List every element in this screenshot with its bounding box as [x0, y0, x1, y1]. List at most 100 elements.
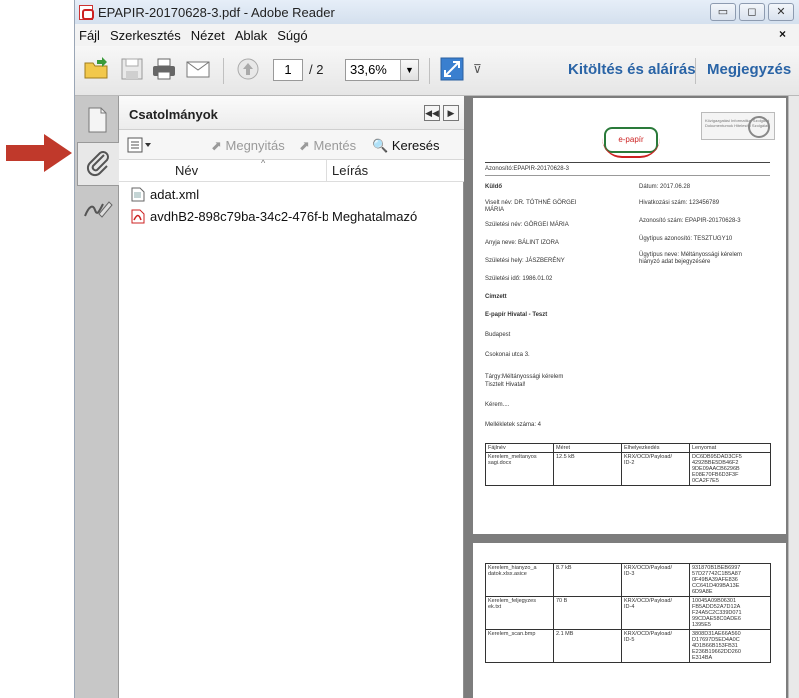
table-header-row: Fájlnév Méret Elhelyezkedés Lenyomat: [485, 443, 771, 453]
recipient-city: Budapest: [485, 332, 511, 338]
zoom-select[interactable]: 33,6% ▼: [345, 59, 419, 81]
file-name: avdhB2-898c79ba-34c2-476f-be...: [150, 209, 328, 224]
th-size: Méret: [553, 443, 622, 453]
close-document-button[interactable]: ×: [779, 27, 786, 41]
case-type-name: Ügytípus neve: Méltányossági kérelem: [639, 252, 743, 258]
document-id: Azonosító:EPAPIR-20170628-3: [485, 166, 569, 172]
menu-edit[interactable]: Szerkesztés: [110, 28, 181, 43]
search-attachment-button[interactable]: 🔍 Keresés: [372, 138, 440, 154]
table-row: Kerelem_scan.bmp 2.1 MB KRX/OCD/Payload/…: [485, 629, 771, 663]
table-row: Kerelem_meltanyos sagi.docx 12.5 kB KRX/…: [485, 452, 771, 486]
pdf-page-1: Közigazgatási Informatikai Szolgálat Dok…: [473, 98, 786, 534]
cell-location: KRX/OCD/Payload/ ID-5: [621, 629, 690, 663]
table-row: Kerelem_hianyzo_a datok.xlsx.asice 8.7 k…: [485, 563, 771, 597]
sort-ascending-icon: ^: [261, 158, 266, 168]
body-text: Kérem....: [485, 402, 510, 408]
case-type-id: Ügytípus azonosító: TESZTUGY10: [639, 236, 733, 242]
attachment-count: Mellékletek száma: 4: [485, 422, 542, 428]
sender-heading: Küldő: [485, 184, 502, 190]
mother-name: Anyja neve: BÁLINT IZORA: [485, 240, 559, 246]
save-attachment-button[interactable]: ⬈ Mentés: [299, 138, 356, 154]
menu-file[interactable]: Fájl: [79, 28, 100, 43]
cell-location: KRX/OCD/Payload/ ID-4: [621, 596, 690, 630]
menu-help[interactable]: Súgó: [277, 28, 307, 43]
pdf-page-2: Kerelem_hianyzo_a datok.xlsx.asice 8.7 k…: [473, 543, 786, 698]
panel-options-button[interactable]: ▶: [443, 105, 459, 121]
recipient-name: E-papír Hivatal - Teszt: [485, 312, 548, 318]
recipient-heading: Címzett: [485, 294, 507, 300]
attachments-list-header: ^ Név Leírás: [119, 158, 464, 182]
attachments-table-continued: Kerelem_hianyzo_a datok.xlsx.asice 8.7 k…: [485, 563, 771, 663]
cell-size: 8.7 kB: [553, 563, 622, 597]
cell-size: 12.5 kB: [553, 452, 622, 486]
navigation-pane: [75, 96, 119, 698]
greeting-line: Tisztelt Hivatal!: [485, 382, 526, 388]
cell-hash: 3808D31AE66A560 D17697D5ED4A0C 4D1B66B15…: [689, 629, 771, 663]
title-bar: EPAPIR-20170628-3.pdf - Adobe Reader ▭ ◻…: [75, 0, 799, 24]
toolbar: 1 / 2 33,6% ▼ ⊽ Kitöltés és aláírás Megj…: [75, 46, 799, 96]
more-tools-icon[interactable]: ⊽: [473, 62, 482, 90]
comment-button[interactable]: Megjegyzés: [707, 61, 791, 78]
attachments-table: Fájlnév Méret Elhelyezkedés Lenyomat Ker…: [485, 443, 771, 486]
page-total: / 2: [309, 62, 324, 77]
fill-sign-button[interactable]: Kitöltés és aláírás: [568, 61, 696, 78]
table-row: Kerelem_feljegyzes ek.txt 70 B KRX/OCD/P…: [485, 596, 771, 630]
list-item[interactable]: avdhB2-898c79ba-34c2-476f-be... Meghatal…: [119, 206, 464, 228]
reference-number: Hivatkozási szám: 123456789: [639, 200, 720, 206]
cell-filename: Kerelem_feljegyzes ek.txt: [485, 596, 554, 630]
zoom-dropdown-icon[interactable]: ▼: [400, 60, 418, 80]
document-date: Dátum: 2017.06.28: [639, 184, 691, 190]
birth-date: Születési idő: 1986.01.02: [485, 276, 553, 282]
identifier-number: Azonosító szám: EPAPIR-20170628-3: [639, 218, 741, 224]
cell-location: KRX/OCD/Payload/ ID-2: [621, 452, 690, 486]
cell-location: KRX/OCD/Payload/ ID-3: [621, 563, 690, 597]
authentication-seal-image: Közigazgatási Informatikai Szolgálat Dok…: [701, 112, 775, 140]
zoom-value: 33,6%: [350, 62, 387, 77]
menu-view[interactable]: Nézet: [191, 28, 225, 43]
cell-hash: DC6DB95DAD3CF5 4292BBE5DB46F2 9DE09AACB6…: [689, 452, 771, 486]
birth-name: Születési név: GÖRGEI MÁRIA: [485, 222, 569, 228]
minimize-button[interactable]: ▭: [710, 3, 736, 21]
th-filename: Fájlnév: [485, 443, 554, 453]
save-icon[interactable]: [119, 56, 145, 82]
subject-line: Tárgy:Méltányossági kérelem: [485, 374, 564, 380]
attachments-tab[interactable]: [77, 142, 119, 186]
cell-size: 70 B: [553, 596, 622, 630]
page-number-input[interactable]: 1: [273, 59, 303, 81]
document-view[interactable]: Közigazgatási Informatikai Szolgálat Dok…: [464, 96, 799, 698]
options-menu-icon[interactable]: [127, 137, 153, 153]
panel-title: Csatolmányok: [129, 107, 218, 122]
print-icon[interactable]: [151, 56, 177, 82]
column-name[interactable]: Név: [175, 163, 198, 178]
case-type-name-cont: hiányzó adat bejegyzésére: [639, 259, 711, 265]
file-name: adat.xml: [150, 187, 200, 202]
adobe-reader-window: EPAPIR-20170628-3.pdf - Adobe Reader ▭ ◻…: [74, 0, 799, 698]
save-label: Mentés: [313, 138, 357, 153]
panel-collapse-button[interactable]: ◀◀: [424, 105, 440, 121]
xml-file-icon: [131, 187, 145, 202]
pdf-app-icon: [79, 4, 94, 20]
th-hash: Lenyomat: [689, 443, 771, 453]
sender-name-cont: MÁRIA: [485, 207, 505, 213]
full-screen-icon[interactable]: [439, 56, 465, 82]
attachments-toolbar: ⬈ Megnyitás ⬈ Mentés 🔍 Keresés: [119, 130, 464, 160]
previous-page-icon[interactable]: [235, 56, 261, 82]
column-description[interactable]: Leírás: [332, 163, 368, 178]
page-thumbnails-icon[interactable]: [79, 102, 115, 138]
th-location: Elhelyezkedés: [621, 443, 690, 453]
close-button[interactable]: ✕: [768, 3, 794, 21]
red-arrow-annotation: [6, 134, 72, 172]
open-folder-icon[interactable]: [83, 56, 109, 82]
open-attachment-button[interactable]: ⬈ Megnyitás: [211, 138, 285, 154]
menu-window[interactable]: Ablak: [235, 28, 268, 43]
search-label: Keresés: [391, 138, 440, 153]
cell-filename: Kerelem_scan.bmp: [485, 629, 554, 663]
pdf-file-icon: [131, 209, 145, 224]
signatures-icon[interactable]: [79, 192, 115, 228]
attachments-panel-header: Csatolmányok ◀◀ ▶: [119, 96, 464, 130]
email-icon[interactable]: [185, 56, 211, 82]
vertical-scrollbar[interactable]: [788, 96, 799, 698]
maximize-button[interactable]: ◻: [739, 3, 765, 21]
list-item[interactable]: adat.xml: [119, 184, 464, 206]
cell-filename: Kerelem_meltanyos sagi.docx: [485, 452, 554, 486]
